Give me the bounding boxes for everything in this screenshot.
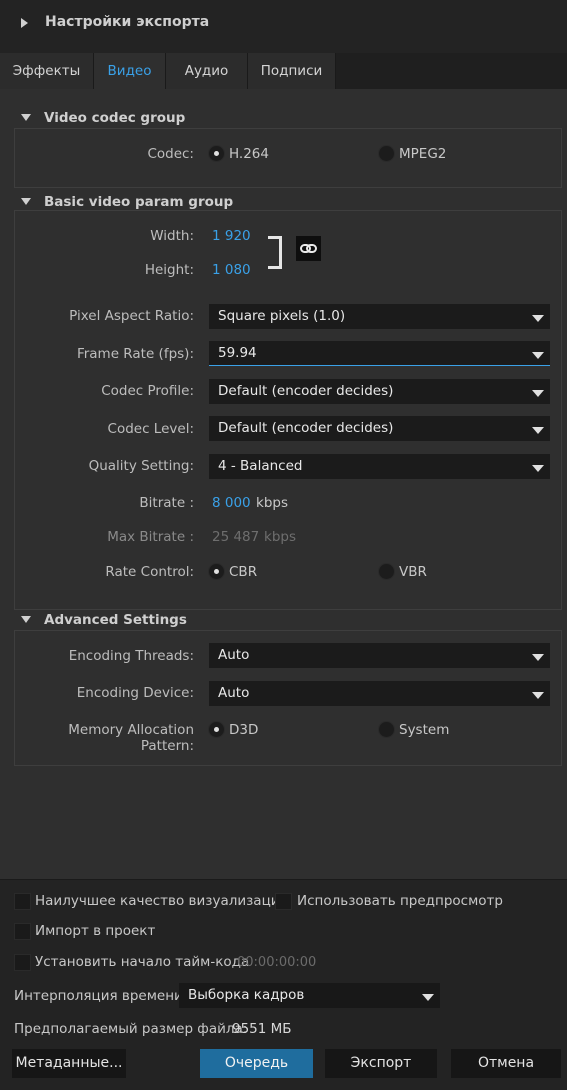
- export-settings-title: Настройки экспорта: [45, 14, 210, 30]
- pixel-aspect-dropdown[interactable]: Square pixels (1.0): [209, 304, 550, 329]
- filesize-value: 9551 МБ: [232, 1021, 292, 1037]
- height-label: Height:: [144, 262, 194, 278]
- chevron-down-icon: [532, 465, 544, 472]
- width-label: Width:: [150, 228, 194, 244]
- tab-audio[interactable]: Аудио: [166, 53, 248, 89]
- codec-level-dropdown[interactable]: Default (encoder decides): [209, 416, 550, 441]
- chevron-down-icon: [532, 654, 544, 661]
- export-settings-header[interactable]: Настройки экспорта: [0, 0, 567, 46]
- codec-level-value: Default (encoder decides): [218, 420, 394, 436]
- tab-video[interactable]: Видео: [94, 53, 166, 89]
- best-quality-label[interactable]: Наилучшее качество визуализации: [35, 893, 288, 909]
- tab-bar: Эффекты Видео Аудио Подписи: [0, 53, 567, 89]
- frame-rate-label: Frame Rate (fps):: [76, 346, 194, 362]
- interpolation-value: Выборка кадров: [188, 987, 305, 1003]
- import-label[interactable]: Импорт в проект: [35, 923, 155, 939]
- bitrate-unit: kbps: [256, 495, 288, 511]
- tab-effects[interactable]: Эффекты: [0, 53, 94, 89]
- timecode-value: 00:00:00:00: [237, 955, 317, 970]
- quality-dropdown[interactable]: 4 - Balanced: [209, 454, 550, 479]
- link-bracket: [268, 236, 282, 269]
- tab-captions[interactable]: Подписи: [248, 53, 336, 89]
- collapse-triangle-icon[interactable]: [21, 198, 31, 205]
- chevron-down-icon: [532, 352, 544, 359]
- pixel-aspect-value: Square pixels (1.0): [218, 308, 346, 324]
- collapse-triangle-icon[interactable]: [21, 114, 31, 121]
- filesize-label: Предполагаемый размер файла:: [14, 1021, 248, 1037]
- bitrate-value[interactable]: 8 000: [212, 495, 251, 511]
- import-checkbox[interactable]: [14, 923, 31, 940]
- max-bitrate-unit: kbps: [264, 529, 296, 545]
- memory-d3d-radio[interactable]: [208, 721, 225, 738]
- max-bitrate-label: Max Bitrate :: [107, 529, 194, 545]
- max-bitrate-value: 25 487: [212, 529, 260, 545]
- chevron-down-icon: [422, 994, 434, 1001]
- codec-profile-dropdown[interactable]: Default (encoder decides): [209, 379, 550, 404]
- cancel-button[interactable]: Отмена: [451, 1049, 561, 1078]
- codec-profile-label: Codec Profile:: [101, 383, 194, 399]
- codec-label: Codec:: [147, 146, 194, 162]
- collapse-triangle-icon[interactable]: [21, 616, 31, 623]
- codec-level-label: Codec Level:: [107, 421, 194, 437]
- basic-video-group-title[interactable]: Basic video param group: [44, 194, 233, 210]
- chevron-down-icon: [532, 390, 544, 397]
- rate-cbr-radio[interactable]: [208, 563, 225, 580]
- interpolation-label: Интерполяция времени:: [14, 988, 188, 1004]
- threads-label: Encoding Threads:: [68, 648, 194, 664]
- timecode-label[interactable]: Установить начало тайм-кода: [35, 954, 249, 970]
- device-dropdown[interactable]: Auto: [209, 681, 550, 706]
- chevron-down-icon: [532, 692, 544, 699]
- codec-profile-value: Default (encoder decides): [218, 383, 394, 399]
- threads-dropdown[interactable]: Auto: [209, 643, 550, 668]
- codec-mpeg2-label[interactable]: MPEG2: [399, 146, 446, 162]
- memory-system-radio[interactable]: [378, 721, 395, 738]
- frame-rate-dropdown[interactable]: 59.94: [209, 341, 550, 366]
- width-value[interactable]: 1 920: [212, 228, 251, 244]
- chevron-down-icon: [532, 315, 544, 322]
- timecode-checkbox[interactable]: [14, 954, 31, 971]
- export-button[interactable]: Экспорт: [325, 1049, 437, 1078]
- quality-label: Quality Setting:: [88, 458, 194, 474]
- advanced-group-title[interactable]: Advanced Settings: [44, 612, 187, 628]
- threads-value: Auto: [218, 647, 250, 663]
- interpolation-dropdown[interactable]: Выборка кадров: [179, 983, 440, 1008]
- chevron-down-icon: [532, 427, 544, 434]
- triangle-right-icon[interactable]: [21, 18, 28, 28]
- video-codec-group-title[interactable]: Video codec group: [44, 110, 185, 126]
- memory-d3d-label[interactable]: D3D: [229, 722, 258, 738]
- best-quality-checkbox[interactable]: [14, 893, 31, 910]
- codec-h264-label[interactable]: H.264: [229, 146, 269, 162]
- height-value[interactable]: 1 080: [212, 262, 251, 278]
- chain-link-icon[interactable]: [296, 236, 321, 261]
- quality-value: 4 - Balanced: [218, 458, 303, 474]
- rate-control-label: Rate Control:: [105, 564, 194, 580]
- memory-system-label[interactable]: System: [399, 722, 449, 738]
- codec-h264-radio[interactable]: [208, 145, 225, 162]
- codec-mpeg2-radio[interactable]: [378, 145, 395, 162]
- rate-vbr-radio[interactable]: [378, 563, 395, 580]
- use-preview-label[interactable]: Использовать предпросмотр: [297, 893, 503, 909]
- memory-label: Memory Allocation Pattern:: [68, 722, 194, 754]
- frame-rate-value: 59.94: [218, 345, 257, 361]
- device-value: Auto: [218, 685, 250, 701]
- pixel-aspect-label: Pixel Aspect Ratio:: [69, 308, 194, 324]
- rate-cbr-label[interactable]: CBR: [229, 564, 257, 580]
- metadata-button[interactable]: Метаданные...: [12, 1049, 126, 1078]
- bitrate-label: Bitrate :: [139, 495, 194, 511]
- rate-vbr-label[interactable]: VBR: [399, 564, 427, 580]
- device-label: Encoding Device:: [76, 685, 194, 701]
- queue-button[interactable]: Очередь: [200, 1049, 313, 1078]
- use-preview-checkbox[interactable]: [275, 893, 292, 910]
